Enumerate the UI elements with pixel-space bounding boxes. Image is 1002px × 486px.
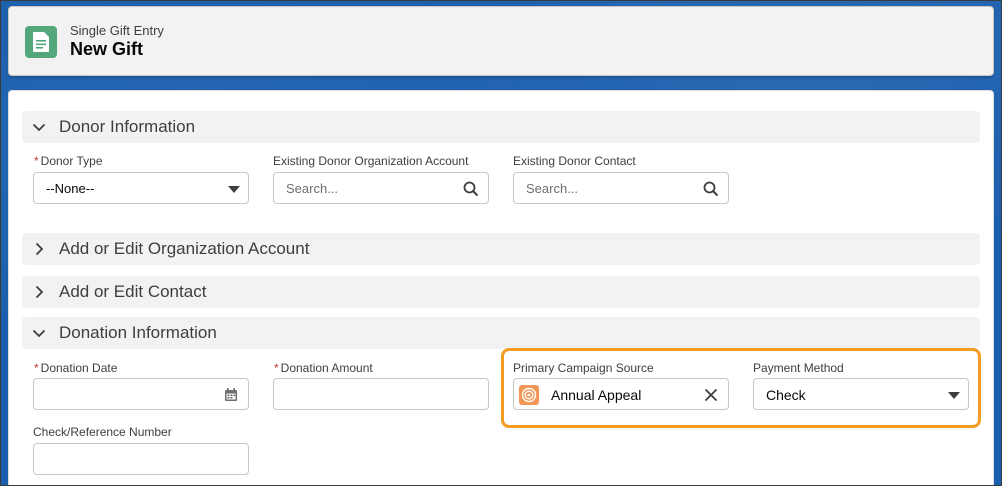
section-label: Donor Information — [59, 117, 196, 136]
org-account-placeholder: Search... — [286, 181, 339, 196]
payment-method-select[interactable]: Check — [753, 378, 969, 410]
campaign-source-value: Annual Appeal — [551, 387, 642, 403]
calendar-icon[interactable] — [224, 388, 238, 402]
campaign-target-icon — [519, 385, 539, 405]
payment-method-label: Payment Method — [753, 361, 844, 375]
donor-type-select[interactable]: --None-- — [33, 172, 249, 204]
page-header: Single Gift Entry New Gift — [8, 6, 994, 76]
dropdown-arrow-icon — [948, 392, 960, 399]
section-label: Donation Information — [59, 323, 217, 342]
search-icon — [463, 181, 479, 197]
chevron-right-icon — [35, 285, 44, 299]
section-label: Add or Edit Organization Account — [59, 239, 310, 258]
search-icon — [703, 181, 719, 197]
required-asterisk: * — [274, 361, 279, 375]
chevron-down-icon — [32, 329, 46, 338]
campaign-source-lookup[interactable]: Annual Appeal — [513, 378, 729, 410]
section-add-edit-organization-account[interactable]: Add or Edit Organization Account — [22, 233, 980, 265]
clear-selection-icon[interactable] — [704, 388, 718, 402]
campaign-source-label: Primary Campaign Source — [513, 361, 654, 375]
section-label: Add or Edit Contact — [59, 282, 207, 301]
dropdown-arrow-icon — [228, 186, 240, 193]
donor-contact-placeholder: Search... — [526, 181, 579, 196]
check-reference-label: Check/Reference Number — [33, 425, 172, 439]
page-eyebrow: Single Gift Entry — [70, 23, 164, 38]
required-asterisk: * — [34, 154, 39, 168]
donation-amount-label: * Donation Amount — [274, 361, 373, 375]
payment-method-value: Check — [766, 387, 806, 403]
chevron-right-icon — [35, 242, 44, 256]
section-donor-information[interactable]: Donor Information — [22, 111, 980, 143]
donor-contact-label: Existing Donor Contact — [513, 154, 636, 168]
org-account-label: Existing Donor Organization Account — [273, 154, 469, 168]
check-reference-input[interactable] — [33, 443, 249, 475]
donor-type-label: * Donor Type — [34, 154, 103, 168]
donation-amount-input[interactable] — [273, 378, 489, 410]
chevron-down-icon — [32, 123, 46, 132]
donor-contact-search-input[interactable]: Search... — [513, 172, 729, 204]
donor-type-value: --None-- — [46, 181, 95, 196]
donation-date-input[interactable] — [33, 378, 249, 410]
org-account-search-input[interactable]: Search... — [273, 172, 489, 204]
required-asterisk: * — [34, 361, 39, 375]
donation-date-label: * Donation Date — [34, 361, 118, 375]
gift-entry-document-icon — [25, 26, 57, 58]
section-add-edit-contact[interactable]: Add or Edit Contact — [22, 276, 980, 308]
section-donation-information[interactable]: Donation Information — [22, 317, 980, 349]
page-title: New Gift — [70, 39, 144, 59]
